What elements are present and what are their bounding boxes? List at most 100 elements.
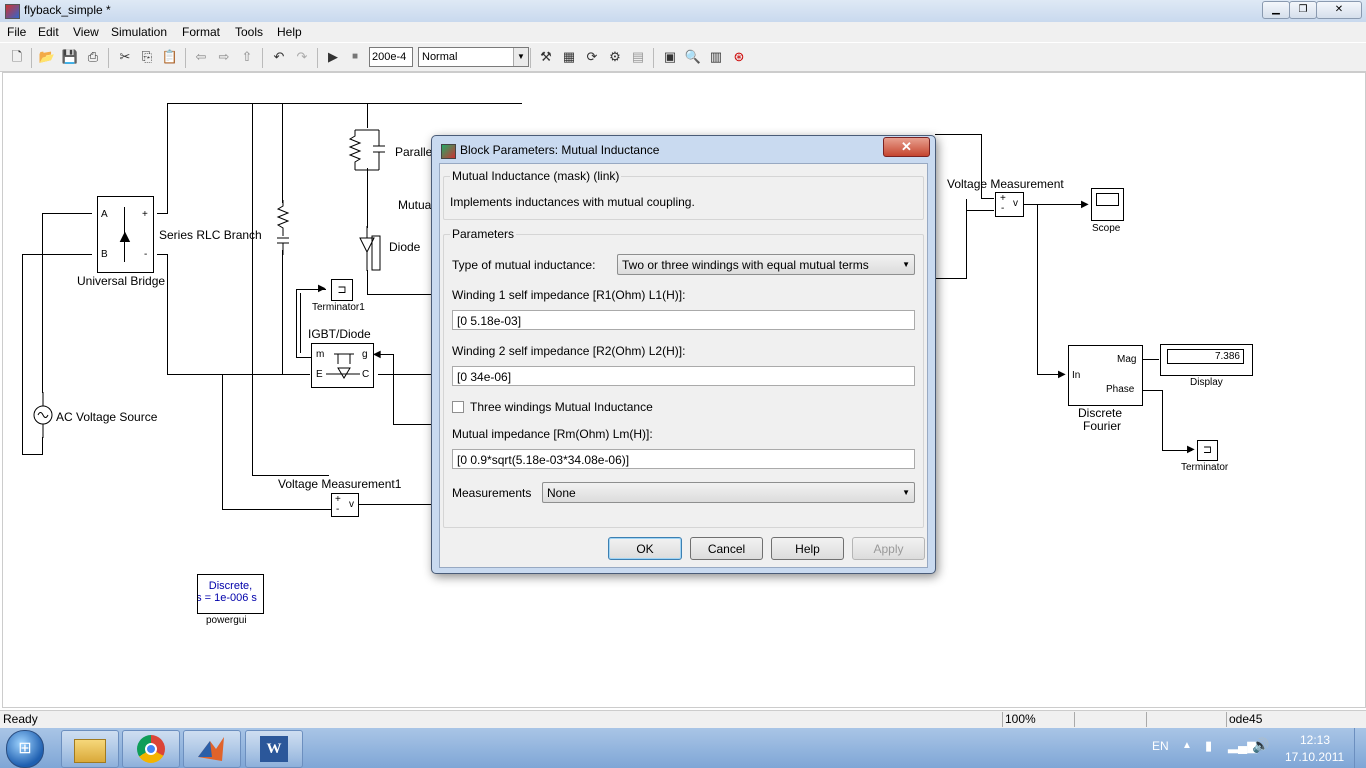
mutual-impedance-label: Mutual impedance [Rm(Ohm) Lm(H)]: (452, 427, 653, 441)
properties-icon[interactable]: ▥ (707, 48, 725, 66)
debug-icon[interactable]: ▤ (629, 48, 647, 66)
menu-file[interactable]: File (7, 25, 26, 39)
series-rlc-block[interactable] (276, 200, 290, 255)
up-arrow-icon[interactable]: ⇧ (238, 48, 256, 66)
igbt-diode-block[interactable]: m g E C (311, 343, 374, 388)
mutual-impedance-input[interactable]: [0 0.9*sqrt(5.18e-03*34.08e-06)] (452, 449, 915, 469)
show-hidden-icons-icon[interactable]: ▲ (1182, 740, 1192, 751)
close-button[interactable]: ✕ (1316, 1, 1362, 19)
minimize-button[interactable]: ▁ (1262, 1, 1290, 19)
paste-icon[interactable]: 📋 (161, 48, 179, 66)
build-icon[interactable]: ⚒ (537, 48, 555, 66)
igbt-symbol-icon (326, 353, 360, 379)
parameters-header: Parameters (450, 227, 517, 241)
chrome-taskbar-item[interactable] (122, 730, 180, 768)
wire (296, 357, 312, 358)
save-icon[interactable]: 💾 (61, 48, 79, 66)
explorer-taskbar-item[interactable] (61, 730, 119, 768)
ac-voltage-source-block[interactable] (33, 392, 53, 438)
zoom-icon[interactable]: 🔍 (684, 48, 702, 66)
simulation-mode-value: Normal (422, 51, 458, 63)
parallel-rlc-block[interactable] (345, 128, 387, 173)
status-solver: ode45 (1229, 712, 1263, 726)
cancel-button[interactable]: Cancel (690, 537, 763, 560)
voltage-measurement1-label: Voltage Measurement1 (278, 477, 402, 491)
wire (22, 254, 92, 255)
vm-minus: - (1001, 203, 1005, 214)
universal-bridge-block[interactable]: A B + - ▲ (97, 196, 154, 273)
ok-button[interactable]: OK (608, 537, 682, 560)
status-zoom: 100% (1005, 712, 1036, 726)
menu-view[interactable]: View (73, 25, 99, 39)
discrete-fourier-block[interactable]: In Mag Phase (1068, 345, 1143, 406)
powergui-line2: s = 1e-006 s (197, 592, 257, 604)
series-rlc-label: Series RLC Branch (159, 228, 262, 242)
cut-icon[interactable]: ✂ (116, 48, 134, 66)
winding1-input[interactable]: [0 5.18e-03] (452, 310, 915, 330)
update-diagram-icon[interactable]: ▦ (560, 48, 578, 66)
library-browser-icon[interactable]: ▣ (661, 48, 679, 66)
taskbar: ⊞ W EN ▲ ▮ ▂▄▆ 🔊 12:13 17.10.2011 (0, 728, 1366, 768)
wire (367, 270, 368, 294)
chevron-down-icon[interactable]: ▼ (513, 48, 528, 66)
apply-button[interactable]: Apply (852, 537, 925, 560)
model-explorer-icon[interactable]: ⚙ (606, 48, 624, 66)
status-bar: Ready 100% ode45 (0, 710, 1366, 729)
winding2-input[interactable]: [0 34e-06] (452, 366, 915, 386)
open-folder-icon[interactable]: 📂 (38, 48, 56, 66)
clock-time[interactable]: 12:13 (1300, 733, 1330, 747)
run-simulation-icon[interactable]: ▶ (324, 48, 342, 66)
stop-simulation-icon[interactable]: ■ (346, 48, 364, 66)
chevron-down-icon: ▼ (902, 488, 910, 497)
scope-block[interactable] (1091, 188, 1124, 221)
wire (367, 103, 368, 128)
universal-bridge-label: Universal Bridge (77, 274, 166, 288)
undo-icon[interactable]: ↶ (270, 48, 288, 66)
wire (252, 475, 329, 476)
wire (300, 293, 301, 353)
menu-help[interactable]: Help (277, 25, 302, 39)
matlab-taskbar-item[interactable] (183, 730, 241, 768)
voltage-measurement1-block[interactable]: + - v (331, 493, 359, 517)
toolbar-separator (108, 48, 109, 68)
help-button[interactable]: Help (771, 537, 844, 560)
stop-time-input[interactable]: 200e-4 (369, 47, 413, 67)
back-arrow-icon[interactable]: ⇦ (192, 48, 210, 66)
menu-tools[interactable]: Tools (235, 25, 263, 39)
dialog-close-button[interactable]: ✕ (883, 137, 930, 157)
show-desktop-button[interactable] (1354, 728, 1366, 768)
copy-icon[interactable]: ⎘ (138, 48, 156, 66)
refresh-icon[interactable]: ⟳ (583, 48, 601, 66)
maximize-button[interactable]: ❐ (1289, 1, 1317, 19)
diode-block[interactable] (358, 226, 382, 271)
toolbar-separator (185, 48, 186, 68)
measurements-value: None (547, 486, 576, 500)
simulation-mode-select[interactable]: Normal ▼ (418, 47, 529, 67)
voltage-measurement-block[interactable]: + - v (995, 192, 1024, 217)
target-icon[interactable]: ⊛ (730, 48, 748, 66)
powergui-block[interactable]: Discrete, s = 1e-006 s (197, 574, 264, 614)
measurements-select[interactable]: None ▼ (542, 482, 915, 503)
windows-start-button[interactable]: ⊞ (6, 730, 44, 768)
wire (966, 210, 994, 211)
menu-simulation[interactable]: Simulation (111, 25, 167, 39)
redo-icon[interactable]: ↷ (293, 48, 311, 66)
language-indicator[interactable]: EN (1152, 739, 1169, 753)
forward-arrow-icon[interactable]: ⇨ (215, 48, 233, 66)
volume-icon[interactable]: 🔊 (1252, 737, 1269, 754)
terminator-block[interactable]: ⊐ (1197, 440, 1218, 461)
battery-icon[interactable]: ▮ (1205, 738, 1212, 754)
print-icon[interactable]: ⎙ (84, 48, 102, 66)
display-value: 7.386 (1167, 349, 1244, 364)
new-file-icon[interactable]: 🗋 (8, 48, 26, 66)
terminator1-block[interactable]: ⊐ (331, 279, 353, 301)
display-block[interactable]: 7.386 (1160, 344, 1253, 376)
clock-date[interactable]: 17.10.2011 (1285, 750, 1344, 764)
wire (981, 198, 994, 199)
winding1-label: Winding 1 self impedance [R1(Ohm) L1(H)]… (452, 288, 686, 302)
mutual-type-select[interactable]: Two or three windings with equal mutual … (617, 254, 915, 275)
three-windings-checkbox[interactable] (452, 401, 464, 413)
word-taskbar-item[interactable]: W (245, 730, 303, 768)
menu-edit[interactable]: Edit (38, 25, 59, 39)
menu-format[interactable]: Format (182, 25, 220, 39)
